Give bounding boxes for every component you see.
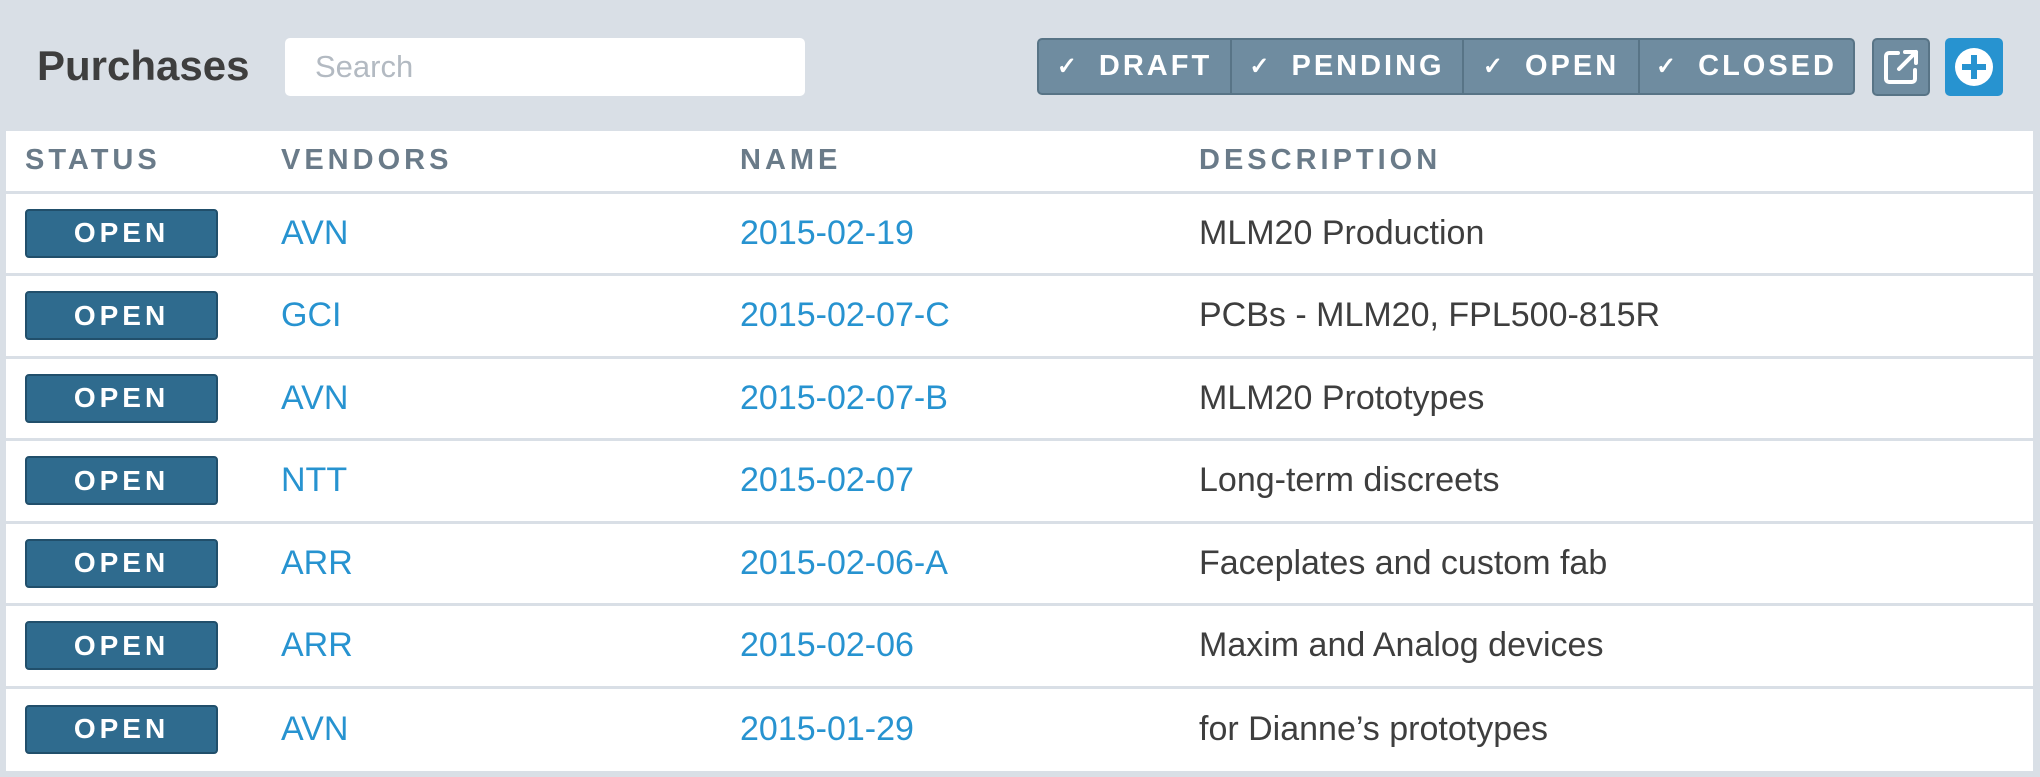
search-input[interactable]	[285, 38, 805, 96]
filter-draft-button[interactable]: ✓ DRAFT	[1039, 40, 1232, 93]
vendor-cell: NTT	[281, 439, 740, 524]
description-cell: Maxim and Analog devices	[1199, 604, 2033, 689]
status-cell: OPEN	[6, 192, 281, 276]
table-row[interactable]: OPEN ARR 2015-02-06-A Faceplates and cus…	[6, 522, 2033, 606]
vendor-link[interactable]: NTT	[281, 461, 347, 499]
description-text: MLM20 Prototypes	[1199, 378, 1485, 417]
column-header-description[interactable]: DESCRIPTION	[1199, 131, 2033, 194]
header-bar: Purchases ✓ DRAFT ✓ PENDING ✓ OPEN ✓ CLO…	[0, 0, 2040, 131]
status-cell: OPEN	[6, 604, 281, 689]
table-row[interactable]: OPEN ARR 2015-02-06 Maxim and Analog dev…	[6, 604, 2033, 689]
description-text: Maxim and Analog devices	[1199, 626, 1604, 665]
page-title: Purchases	[37, 42, 250, 89]
purchase-name-link[interactable]: 2015-02-07-C	[740, 296, 950, 334]
vendor-cell: GCI	[281, 274, 740, 359]
column-header-vendors[interactable]: VENDORS	[281, 131, 740, 194]
name-cell: 2015-01-29	[740, 687, 1199, 770]
vendor-cell: AVN	[281, 192, 740, 276]
vendor-cell: ARR	[281, 522, 740, 606]
description-text: PCBs - MLM20, FPL500-815R	[1199, 296, 1661, 335]
filter-pending-button[interactable]: ✓ PENDING	[1232, 40, 1464, 93]
external-link-icon	[1884, 50, 1918, 84]
column-header-name[interactable]: NAME	[740, 131, 1199, 194]
filter-closed-label: CLOSED	[1698, 50, 1837, 82]
purchases-table-container: STATUS VENDORS NAME DESCRIPTION OPEN AVN…	[6, 131, 2033, 771]
table-row[interactable]: OPEN GCI 2015-02-07-C PCBs - MLM20, FPL5…	[6, 274, 2033, 359]
name-cell: 2015-02-07-C	[740, 274, 1199, 359]
description-text: Long-term discreets	[1199, 461, 1500, 500]
check-icon: ✓	[1056, 53, 1077, 80]
filter-open-button[interactable]: ✓ OPEN	[1464, 40, 1640, 93]
description-text: MLM20 Production	[1199, 213, 1485, 252]
description-cell: Faceplates and custom fab	[1199, 522, 2033, 606]
check-icon: ✓	[1249, 53, 1270, 80]
status-badge[interactable]: OPEN	[25, 456, 218, 506]
filter-closed-button[interactable]: ✓ CLOSED	[1640, 40, 1853, 93]
status-badge[interactable]: OPEN	[25, 704, 218, 754]
filter-draft-label: DRAFT	[1098, 50, 1213, 82]
table-header-row: STATUS VENDORS NAME DESCRIPTION	[6, 131, 2033, 194]
add-purchase-button[interactable]	[1945, 38, 2003, 96]
name-cell: 2015-02-07-B	[740, 357, 1199, 441]
vendor-link[interactable]: GCI	[281, 296, 341, 334]
vendor-link[interactable]: AVN	[281, 379, 348, 417]
name-cell: 2015-02-06-A	[740, 522, 1199, 606]
purchase-name-link[interactable]: 2015-01-29	[740, 710, 914, 748]
table-row[interactable]: OPEN NTT 2015-02-07 Long-term discreets	[6, 439, 2033, 524]
export-button[interactable]	[1872, 38, 1930, 96]
vendor-cell: AVN	[281, 357, 740, 441]
description-cell: for Dianne’s prototypes	[1199, 687, 2033, 770]
description-text: for Dianne’s prototypes	[1199, 709, 1549, 748]
purchase-name-link[interactable]: 2015-02-06-A	[740, 544, 948, 582]
name-cell: 2015-02-07	[740, 439, 1199, 524]
vendor-link[interactable]: AVN	[281, 214, 348, 252]
description-cell: PCBs - MLM20, FPL500-815R	[1199, 274, 2033, 359]
status-badge[interactable]: OPEN	[25, 538, 218, 588]
plus-circle-icon	[1955, 48, 1993, 86]
purchases-table: STATUS VENDORS NAME DESCRIPTION OPEN AVN…	[6, 131, 2033, 770]
vendor-cell: ARR	[281, 604, 740, 689]
table-row[interactable]: OPEN AVN 2015-01-29 for Dianne’s prototy…	[6, 687, 2033, 770]
purchase-name-link[interactable]: 2015-02-07-B	[740, 379, 948, 417]
vendor-link[interactable]: AVN	[281, 710, 348, 748]
status-cell: OPEN	[6, 687, 281, 770]
purchase-name-link[interactable]: 2015-02-19	[740, 214, 914, 252]
status-badge[interactable]: OPEN	[25, 373, 218, 423]
status-badge[interactable]: OPEN	[25, 208, 218, 258]
filter-pending-label: PENDING	[1291, 50, 1445, 82]
status-cell: OPEN	[6, 522, 281, 606]
status-cell: OPEN	[6, 357, 281, 441]
vendor-link[interactable]: ARR	[281, 544, 353, 582]
check-icon: ✓	[1482, 53, 1503, 80]
description-cell: MLM20 Production	[1199, 192, 2033, 276]
description-cell: Long-term discreets	[1199, 439, 2033, 524]
table-row[interactable]: OPEN AVN 2015-02-19 MLM20 Production	[6, 192, 2033, 276]
description-cell: MLM20 Prototypes	[1199, 357, 2033, 441]
status-cell: OPEN	[6, 274, 281, 359]
description-text: Faceplates and custom fab	[1199, 543, 1608, 582]
vendor-cell: AVN	[281, 687, 740, 770]
vendor-link[interactable]: ARR	[281, 626, 353, 664]
status-badge[interactable]: OPEN	[25, 291, 218, 341]
check-icon: ✓	[1656, 53, 1677, 80]
purchase-name-link[interactable]: 2015-02-06	[740, 626, 914, 664]
name-cell: 2015-02-06	[740, 604, 1199, 689]
status-filter-group: ✓ DRAFT ✓ PENDING ✓ OPEN ✓ CLOSED	[1037, 38, 1855, 95]
table-row[interactable]: OPEN AVN 2015-02-07-B MLM20 Prototypes	[6, 357, 2033, 441]
column-header-status[interactable]: STATUS	[6, 131, 281, 194]
filter-open-label: OPEN	[1524, 50, 1620, 82]
purchase-name-link[interactable]: 2015-02-07	[740, 461, 914, 499]
name-cell: 2015-02-19	[740, 192, 1199, 276]
status-badge[interactable]: OPEN	[25, 621, 218, 671]
status-cell: OPEN	[6, 439, 281, 524]
